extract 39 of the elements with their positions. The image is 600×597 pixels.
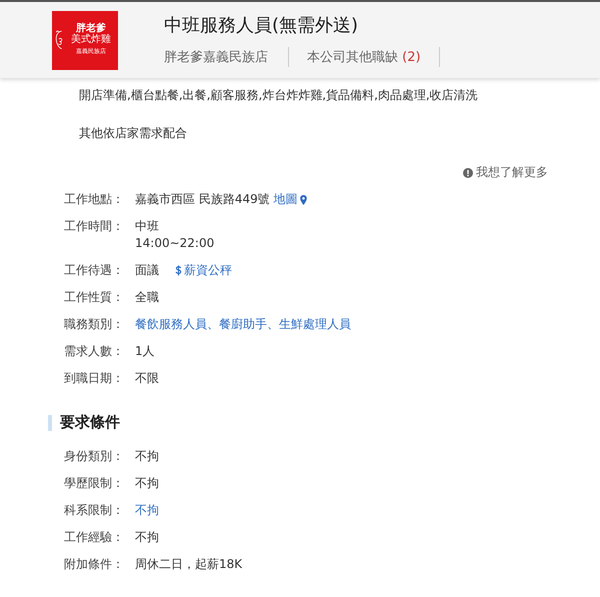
field-label: 學歷限制： <box>64 475 125 492</box>
field-value: 面議 <box>135 262 159 279</box>
field-label: 工作性質： <box>64 289 125 306</box>
job-title: 中班服務人員(無需外送) <box>164 14 360 37</box>
field-label: 到職日期： <box>64 370 125 387</box>
company-link[interactable]: 胖老爹嘉義民族店 <box>164 48 268 66</box>
field-value: 不拘 <box>135 529 159 546</box>
field-value: 不拘 <box>135 475 159 492</box>
logo-text: 美式炸雞 <box>71 34 111 46</box>
field-label: 科系限制： <box>64 502 125 519</box>
map-link[interactable]: 地圖 <box>274 191 298 208</box>
other-jobs-link[interactable]: 本公司其他職缺 (2) <box>307 48 421 66</box>
learn-more-link[interactable]: 我想了解更多 <box>476 164 548 181</box>
map-pin-icon <box>300 194 307 204</box>
field-value: 不拘 <box>135 448 159 465</box>
category-link[interactable]: 不拘 <box>135 502 159 519</box>
field-label: 職務類別： <box>64 316 125 333</box>
field-label: 工作經驗： <box>64 529 125 546</box>
field-value: 中班 <box>135 218 160 235</box>
category-link[interactable]: 餐飲服務人員、餐廚助手、生鮮處理人員 <box>135 316 351 333</box>
field-value: 不限 <box>135 370 159 387</box>
field-value: 14:00~22:00 <box>135 235 216 252</box>
info-icon <box>463 168 473 178</box>
job-description: 其他依店家需求配合 <box>78 125 188 142</box>
field-label: 附加條件： <box>64 556 125 573</box>
salary-link[interactable]: 薪資公秤 <box>184 262 232 279</box>
field-label: 工作待遇： <box>64 262 125 279</box>
job-description: 開店準備,櫃台點餐,出餐,顧客服務,炸台炸炸雞,貨品備料,肉品處理,收店清洗 <box>78 87 479 104</box>
field-label: 身份類別： <box>64 448 125 465</box>
field-label: 需求人數： <box>64 343 125 360</box>
field-label: 工作時間： <box>64 218 125 235</box>
section-heading: 要求條件 <box>60 413 120 432</box>
field-label: 工作地點： <box>64 191 125 208</box>
logo-text: 胖老爹 <box>76 22 106 34</box>
field-value: 嘉義市西區 民族路449號 <box>135 191 270 208</box>
field-value: 周休二日，起薪18K <box>135 556 242 573</box>
dollar-icon <box>175 265 182 276</box>
field-value: 全職 <box>135 289 159 306</box>
field-value: 1人 <box>135 343 155 360</box>
